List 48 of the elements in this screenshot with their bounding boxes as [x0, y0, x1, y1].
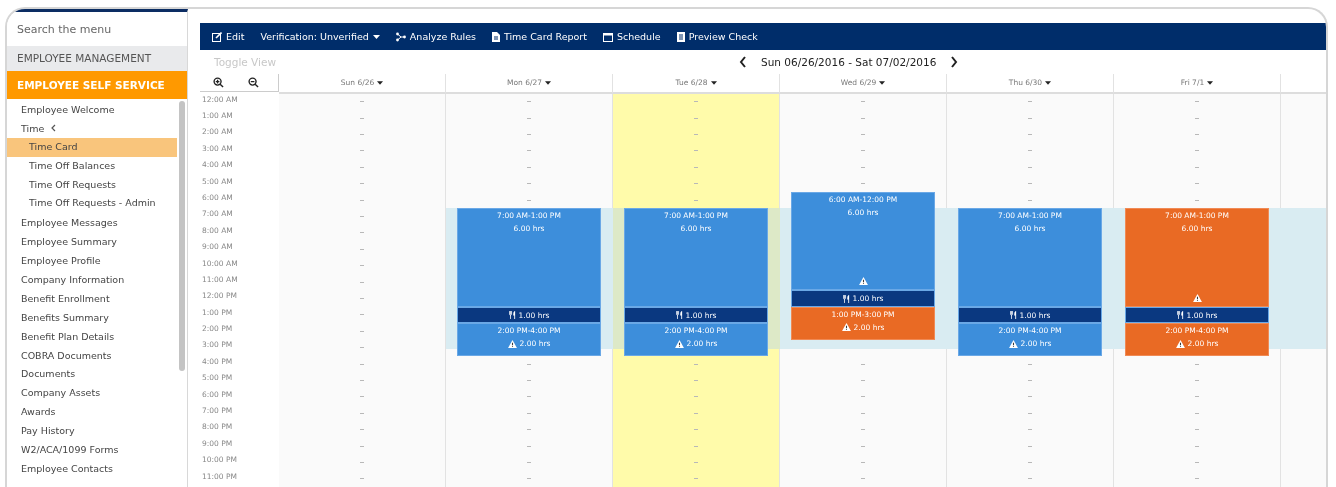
caret-icon [545, 80, 551, 85]
fork-knife-icon [1009, 311, 1017, 319]
menu-item[interactable]: Company Assets [21, 387, 101, 399]
edit-icon [212, 31, 222, 42]
fork-knife-icon [1176, 311, 1184, 319]
menu-item[interactable]: Employee Contacts [21, 462, 113, 474]
menu-item[interactable]: Time Off Requests - Admin [7, 194, 177, 214]
receipt-icon [676, 31, 685, 42]
caret-icon [1207, 80, 1214, 85]
menu-item[interactable]: Time [21, 122, 45, 134]
menu-item[interactable]: Documents [21, 368, 76, 380]
toolbar-button[interactable]: Edit [206, 28, 251, 46]
date-range: Sun 06/26/2016 - Sat 07/02/2016 [761, 56, 937, 69]
menu-item[interactable]: Company Information [21, 273, 125, 285]
document-icon [491, 31, 500, 42]
fork-knife-icon [842, 294, 850, 303]
zoom-out-icon[interactable] [248, 76, 259, 88]
menu-section[interactable]: EMPLOYEE MANAGEMENT [7, 46, 187, 71]
menu-item[interactable]: Employee Messages [21, 217, 118, 229]
menu-item[interactable]: Time Off Balances [7, 156, 177, 176]
toolbar-button[interactable]: Verification: Unverified [254, 28, 386, 46]
caret-icon [879, 80, 886, 85]
menu-item[interactable]: Time Card [7, 137, 177, 157]
toolbar-button[interactable]: Preview Check [670, 28, 764, 46]
caret-icon [710, 80, 717, 85]
toolbar-button[interactable]: Analyze Rules [389, 28, 482, 46]
menu-item[interactable]: Benefits Summary [21, 311, 109, 323]
menu-item[interactable]: Pay History [21, 425, 75, 437]
caret-icon [1045, 80, 1052, 85]
menu-item[interactable]: W2/ACA/1099 Forms [21, 443, 119, 455]
menu-item[interactable]: Employee Summary [21, 236, 117, 248]
calendar-icon [602, 31, 613, 42]
menu-item[interactable]: COBRA Documents [21, 349, 112, 361]
menu-item[interactable]: Awards [21, 406, 56, 418]
menu-item[interactable]: Benefit Plan Details [21, 330, 115, 342]
branch-icon [395, 31, 406, 42]
fork-knife-icon [675, 311, 683, 319]
fork-knife-icon [508, 311, 516, 319]
toolbar-button[interactable]: Schedule [596, 28, 667, 46]
menu-item[interactable]: Employee Profile [21, 255, 101, 267]
toolbar-button[interactable]: Time Card Report [485, 28, 593, 46]
caret-icon [377, 80, 384, 85]
menu-item[interactable]: Benefit Enrollment [21, 292, 110, 304]
zoom-in-icon[interactable] [213, 76, 224, 88]
menu-item[interactable]: Time Off Requests [7, 175, 177, 195]
previous-icon[interactable] [739, 56, 747, 69]
menu-item[interactable]: Employee Welcome [21, 103, 115, 115]
next-icon[interactable] [950, 56, 959, 69]
